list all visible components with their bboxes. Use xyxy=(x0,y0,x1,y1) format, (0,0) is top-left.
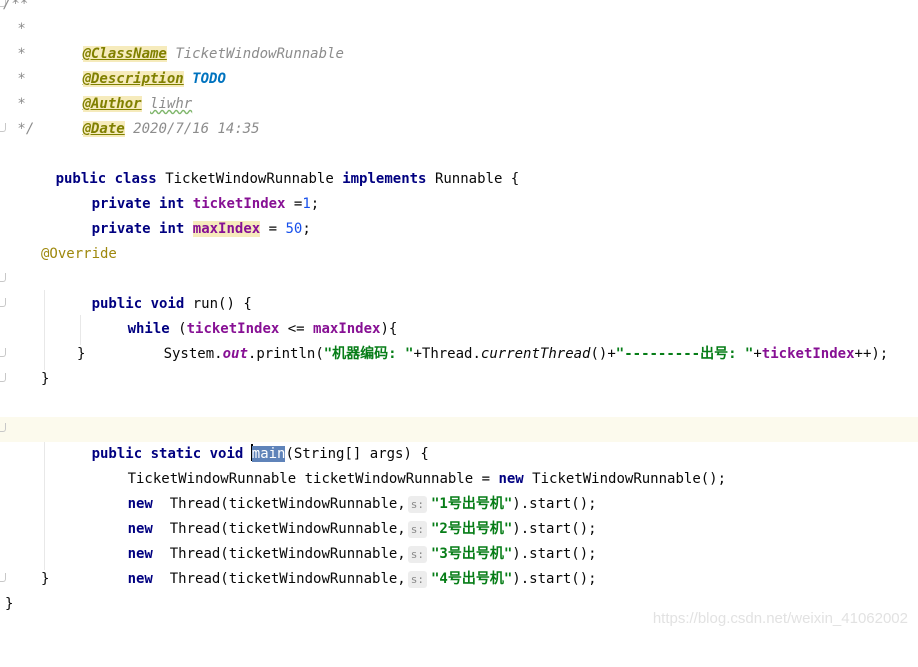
doc-star: * xyxy=(9,96,35,112)
code-line: private int maxIndex = 50; xyxy=(0,192,918,237)
code-line: System.out.println("机器编码: "+Thread.curre… xyxy=(0,317,918,362)
code-line: */ xyxy=(0,117,918,142)
doc-star: * xyxy=(9,21,35,37)
code-line: } xyxy=(0,342,918,367)
code-editor[interactable]: /** * @ClassName TicketWindowRunnable * … xyxy=(0,0,918,637)
code-line: public void run() { xyxy=(0,267,918,312)
code-line: TicketWindowRunnable ticketWindowRunnabl… xyxy=(0,442,918,487)
code-line: new Thread(ticketWindowRunnable, s: "2号出号机… xyxy=(0,492,918,538)
annotation: @Override xyxy=(41,246,117,262)
fold-marker-icon[interactable] xyxy=(0,423,6,432)
semicolon: ; xyxy=(302,221,311,237)
brace: } xyxy=(41,371,50,387)
code-line: public class TicketWindowRunnable implem… xyxy=(55,171,520,187)
code-line: @Override xyxy=(0,242,918,267)
code-line: new Thread(ticketWindowRunnable, s: "3号出号机… xyxy=(0,517,918,563)
field-maxIndex: maxIndex xyxy=(192,221,261,237)
watermark: https://blog.csdn.net/weixin_41062002 xyxy=(652,610,908,627)
doc-star: * xyxy=(9,71,35,87)
brace: } xyxy=(77,346,86,362)
code-line: } xyxy=(0,367,918,392)
code-line: new Thread(ticketWindowRunnable, s: "4号出号机… xyxy=(0,542,918,588)
code-line: * @Author liwhr xyxy=(0,67,918,112)
code-line: } xyxy=(0,567,918,592)
code-line: * @Description TODO xyxy=(0,42,918,87)
keyword: int xyxy=(159,221,185,237)
fold-marker-icon[interactable] xyxy=(0,273,6,282)
fold-marker-icon[interactable] xyxy=(0,373,6,382)
fold-marker-icon[interactable] xyxy=(0,348,6,357)
number-literal: 50 xyxy=(285,221,303,237)
doc-comment-open: /** xyxy=(3,0,29,12)
fold-marker-icon[interactable] xyxy=(0,573,6,582)
brace: } xyxy=(5,596,14,612)
code-line: new Thread(ticketWindowRunnable, s: "1号出号机… xyxy=(0,467,918,513)
keyword: private xyxy=(91,221,151,237)
brace: } xyxy=(41,571,50,587)
doc-comment-close: */ xyxy=(9,121,35,137)
fold-marker-icon[interactable] xyxy=(0,298,6,307)
doc-star: * xyxy=(9,46,35,62)
code-line: while (ticketIndex <= maxIndex){ xyxy=(0,292,918,337)
code-line-current: public static void main(String[] args) { xyxy=(0,417,918,462)
code-line: private int ticketIndex =1; xyxy=(0,167,918,212)
fold-marker-icon[interactable] xyxy=(0,123,6,132)
code-line: /** xyxy=(0,0,918,17)
code-line: * @ClassName TicketWindowRunnable xyxy=(0,17,918,62)
code-line: * @Date 2020/7/16 14:35 xyxy=(0,92,918,137)
operator: = xyxy=(260,221,286,237)
